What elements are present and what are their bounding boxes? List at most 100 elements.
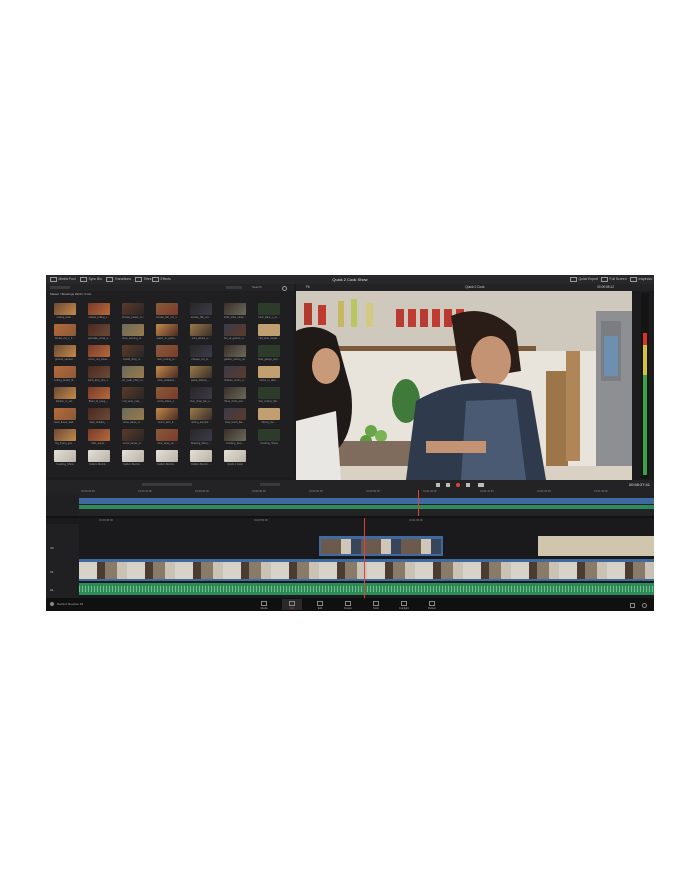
media-clip-thumbnail[interactable]: pancake_close_u…: [88, 324, 110, 340]
snap-tools[interactable]: [260, 483, 280, 486]
overview-video-track[interactable]: [79, 498, 654, 504]
play-button[interactable]: [466, 483, 470, 487]
media-clip-thumbnail[interactable]: bread_cut_v_1…: [54, 324, 76, 340]
media-clip-thumbnail[interactable]: Kellie's Mornin…: [190, 450, 212, 466]
page-tab-color[interactable]: Color: [366, 599, 386, 610]
media-clip-thumbnail[interactable]: Cooking_Show: [54, 450, 76, 466]
page-tab-media[interactable]: Media: [254, 599, 274, 610]
page-tab-fusion[interactable]: Fusion: [338, 599, 358, 610]
media-clip-thumbnail[interactable]: three_fruits_pen…: [224, 387, 246, 403]
media-clip-thumbnail[interactable]: slicing_sample…: [190, 408, 212, 424]
media-clip-thumbnail[interactable]: market_rolling_v…: [88, 303, 110, 319]
clip-name: herb_slice_v_cu…: [258, 316, 280, 319]
media-clip-thumbnail[interactable]: Kids_exper…: [88, 429, 110, 445]
media-clip-thumbnail[interactable]: shoe_laces_m…: [122, 408, 144, 424]
media-clip-thumbnail[interactable]: fan_of_greens_u…: [224, 324, 246, 340]
media-clip-thumbnail[interactable]: pasta_kitchen_…: [190, 366, 212, 382]
media-clip-thumbnail[interactable]: snow_lamps_d…: [122, 429, 144, 445]
clip-thumbnail-image: [258, 429, 280, 441]
media-clip-thumbnail[interactable]: slow_pouring_m…: [122, 324, 144, 340]
media-clip-thumbnail[interactable]: heat_gauge_pop…: [258, 345, 280, 361]
media-clip-thumbnail[interactable]: rack_cutting_w…: [156, 345, 178, 361]
media-clip-thumbnail[interactable]: kitchen_in_all…: [54, 387, 76, 403]
title-clip[interactable]: [538, 536, 654, 556]
media-clip-thumbnail[interactable]: chicken_onion_u…: [224, 366, 246, 382]
media-clip-thumbnail[interactable]: red_wine_mas_…: [122, 387, 144, 403]
media-clip-thumbnail[interactable]: onion_cut_close…: [88, 345, 110, 361]
clip-name: garden_slicing_up…: [224, 358, 246, 361]
clip-name: bread_cut_v_1…: [55, 337, 75, 340]
settings-gear-icon[interactable]: [642, 603, 647, 608]
media-clip-thumbnail[interactable]: big_frying_goo…: [54, 429, 76, 445]
edit-tools[interactable]: [142, 483, 192, 486]
media-clip-thumbnail[interactable]: slow_potatoes…: [156, 366, 178, 382]
media-clip-thumbnail[interactable]: slow_tooth_flat…: [224, 408, 246, 424]
overview-playhead[interactable]: [418, 490, 419, 516]
media-clip-thumbnail[interactable]: cutting_board_dr…: [54, 366, 76, 382]
bin-nav-buttons[interactable]: [50, 286, 70, 289]
media-clip-thumbnail[interactable]: herbs_in_dish…: [258, 366, 280, 382]
media-clip-thumbnail[interactable]: pizza_slices_c…: [156, 387, 178, 403]
record-button[interactable]: [456, 483, 460, 487]
media-clip-thumbnail[interactable]: cutting_boar…: [54, 303, 76, 319]
a1-audio-clip[interactable]: [79, 583, 654, 595]
clip-name: knife_slice_close…: [224, 316, 246, 319]
clip-thumbnail-image: [54, 429, 76, 441]
media-clip-thumbnail[interactable]: bowl_flavor_wall…: [54, 408, 76, 424]
page-tab-edit[interactable]: Edit: [310, 599, 330, 610]
media-clip-thumbnail[interactable]: ground_saturat…: [54, 345, 76, 361]
stop-button[interactable]: [446, 483, 450, 487]
fullscreen-icon: [601, 276, 608, 282]
overview-audio-track[interactable]: [79, 505, 654, 509]
media-clip-thumbnail[interactable]: paper_in_grass…: [156, 324, 178, 340]
media-clip-thumbnail[interactable]: Bowl_of_goog_…: [88, 387, 110, 403]
inspector-button[interactable]: Inspector: [630, 275, 652, 284]
media-clip-thumbnail[interactable]: Kellie's Mornin…: [156, 450, 178, 466]
search-input[interactable]: Search: [252, 284, 262, 291]
media-clip-thumbnail[interactable]: dark_shades_…: [88, 408, 110, 424]
media-clip-thumbnail[interactable]: tomato_fab_cut…: [190, 303, 212, 319]
media-clip-thumbnail[interactable]: tomato_fob_mo_v…: [156, 303, 178, 319]
media-clip-thumbnail[interactable]: Kellie's Mornin…: [122, 450, 144, 466]
media-clip-thumbnail[interactable]: mid_shot_bread…: [258, 324, 280, 340]
v2-clip[interactable]: [319, 536, 443, 556]
media-clip-thumbnail[interactable]: Quick 2 Cook: [224, 450, 246, 466]
media-clip-thumbnail[interactable]: Ove_chop_fan_u…: [190, 387, 212, 403]
media-clip-thumbnail[interactable]: fine_cutlery_flat…: [258, 387, 280, 403]
media-clip-thumbnail[interactable]: herb_slice_v_cu…: [258, 303, 280, 319]
zoom-select[interactable]: Fit: [306, 284, 310, 291]
media-clip-thumbnail[interactable]: Cooking_Exp…: [224, 429, 246, 445]
media-clip-thumbnail[interactable]: Dicing_the…: [258, 408, 280, 424]
media-clip-thumbnail[interactable]: Shaping_Meal_…: [190, 429, 212, 445]
media-clip-thumbnail[interactable]: bread_drop_m…: [122, 345, 144, 361]
page-tab-fairlight[interactable]: Fairlight: [394, 599, 414, 610]
media-clip-thumbnail[interactable]: cheese_cut_w…: [190, 345, 212, 361]
media-clip-thumbnail[interactable]: tomato_peace_cu…: [122, 303, 144, 319]
media-clip-thumbnail[interactable]: knife_slice_close…: [224, 303, 246, 319]
detail-playhead[interactable]: [364, 518, 365, 598]
clip-thumbnail-image: [122, 324, 144, 336]
clip-thumbnail-image: [88, 408, 110, 420]
color-page-icon: [373, 601, 379, 606]
loop-button[interactable]: [478, 483, 484, 487]
quick-export-button[interactable]: Quick Export: [570, 275, 598, 284]
media-clip-thumbnail[interactable]: slow_lamp_on…: [156, 429, 178, 445]
page-tab-deliver[interactable]: Deliver: [422, 599, 442, 610]
clip-thumbnail-image: [88, 345, 110, 357]
media-clip-thumbnail[interactable]: kitch_dirty_sho_v…: [88, 366, 110, 382]
media-clip-thumbnail[interactable]: garden_slicing_up…: [224, 345, 246, 361]
media-clip-thumbnail[interactable]: Cooking_Show: [258, 429, 280, 445]
viewer-image[interactable]: [296, 291, 632, 480]
clip-thumbnail-image: [258, 303, 280, 315]
view-mode-buttons[interactable]: [226, 286, 242, 289]
rewind-button[interactable]: [436, 483, 440, 487]
v1-clip[interactable]: [79, 559, 654, 581]
media-clip-thumbnail[interactable]: Kellie's Mornin…: [88, 450, 110, 466]
clip-name: Kellie's Mornin…: [89, 463, 109, 466]
media-clip-thumbnail[interactable]: onion_skin_b…: [156, 408, 178, 424]
media-clip-thumbnail[interactable]: oh_yeah_chef_cu…: [122, 366, 144, 382]
full-screen-button[interactable]: Full Screen: [601, 275, 627, 284]
home-icon[interactable]: [630, 603, 635, 608]
media-clip-thumbnail[interactable]: mint_sliced_u…: [190, 324, 212, 340]
page-tab-cut[interactable]: Cut: [282, 599, 302, 610]
